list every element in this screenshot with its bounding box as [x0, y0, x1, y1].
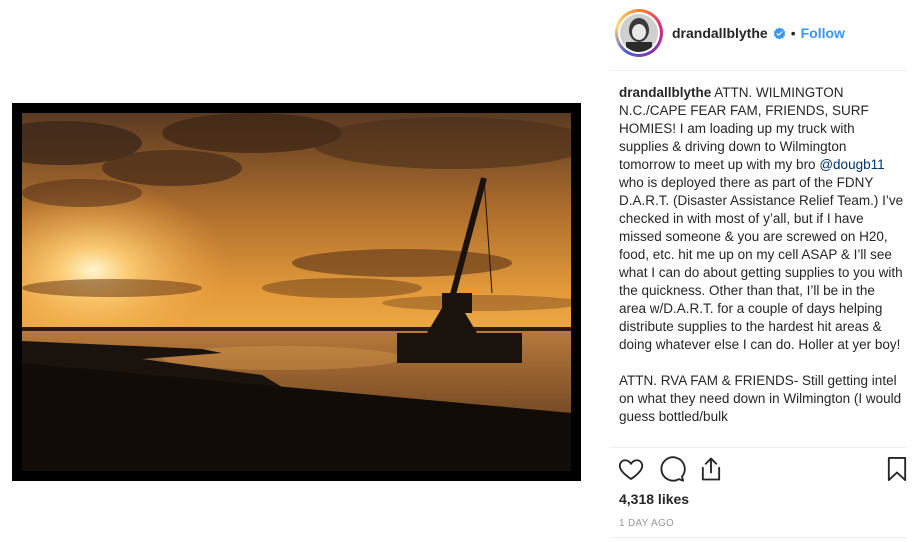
post-timestamp[interactable]: 1 DAY AGO: [619, 518, 674, 529]
actions-divider: [610, 447, 907, 448]
bottom-divider: [610, 537, 907, 538]
caption-username[interactable]: drandallblythe: [619, 85, 711, 100]
post-photo[interactable]: [22, 113, 571, 471]
caption-paragraph: ATTN. RVA FAM & FRIENDS- Still getting i…: [619, 372, 905, 426]
post-header: drandallblythe • Follow: [615, 8, 845, 58]
likes-count[interactable]: 4,318 likes: [619, 491, 689, 507]
separator-dot: •: [790, 25, 796, 41]
post-caption: drandallblythe ATTN. WILMINGTON N.C./CAP…: [619, 84, 905, 442]
caption-text: who is deployed there as part of the FDN…: [619, 175, 904, 352]
caption-paragraph: drandallblythe ATTN. WILMINGTON N.C./CAP…: [619, 84, 905, 354]
username[interactable]: drandallblythe: [672, 25, 768, 41]
avatar-story-ring[interactable]: [615, 9, 663, 57]
verified-badge-icon: [773, 27, 786, 40]
avatar-photo: [620, 14, 658, 52]
share-icon[interactable]: [697, 455, 725, 483]
header-divider: [610, 70, 907, 71]
mention-link[interactable]: @dougb11: [819, 157, 884, 172]
caption-text: ATTN. RVA FAM & FRIENDS- Still getting i…: [619, 373, 902, 424]
comment-icon[interactable]: [658, 455, 686, 483]
sunset-crane-image: [22, 113, 571, 471]
bookmark-icon[interactable]: [883, 455, 911, 483]
post-media-frame: [12, 103, 581, 481]
avatar: [618, 12, 660, 54]
action-bar: [617, 455, 909, 485]
heart-icon[interactable]: [617, 455, 645, 483]
follow-button[interactable]: Follow: [801, 25, 845, 41]
